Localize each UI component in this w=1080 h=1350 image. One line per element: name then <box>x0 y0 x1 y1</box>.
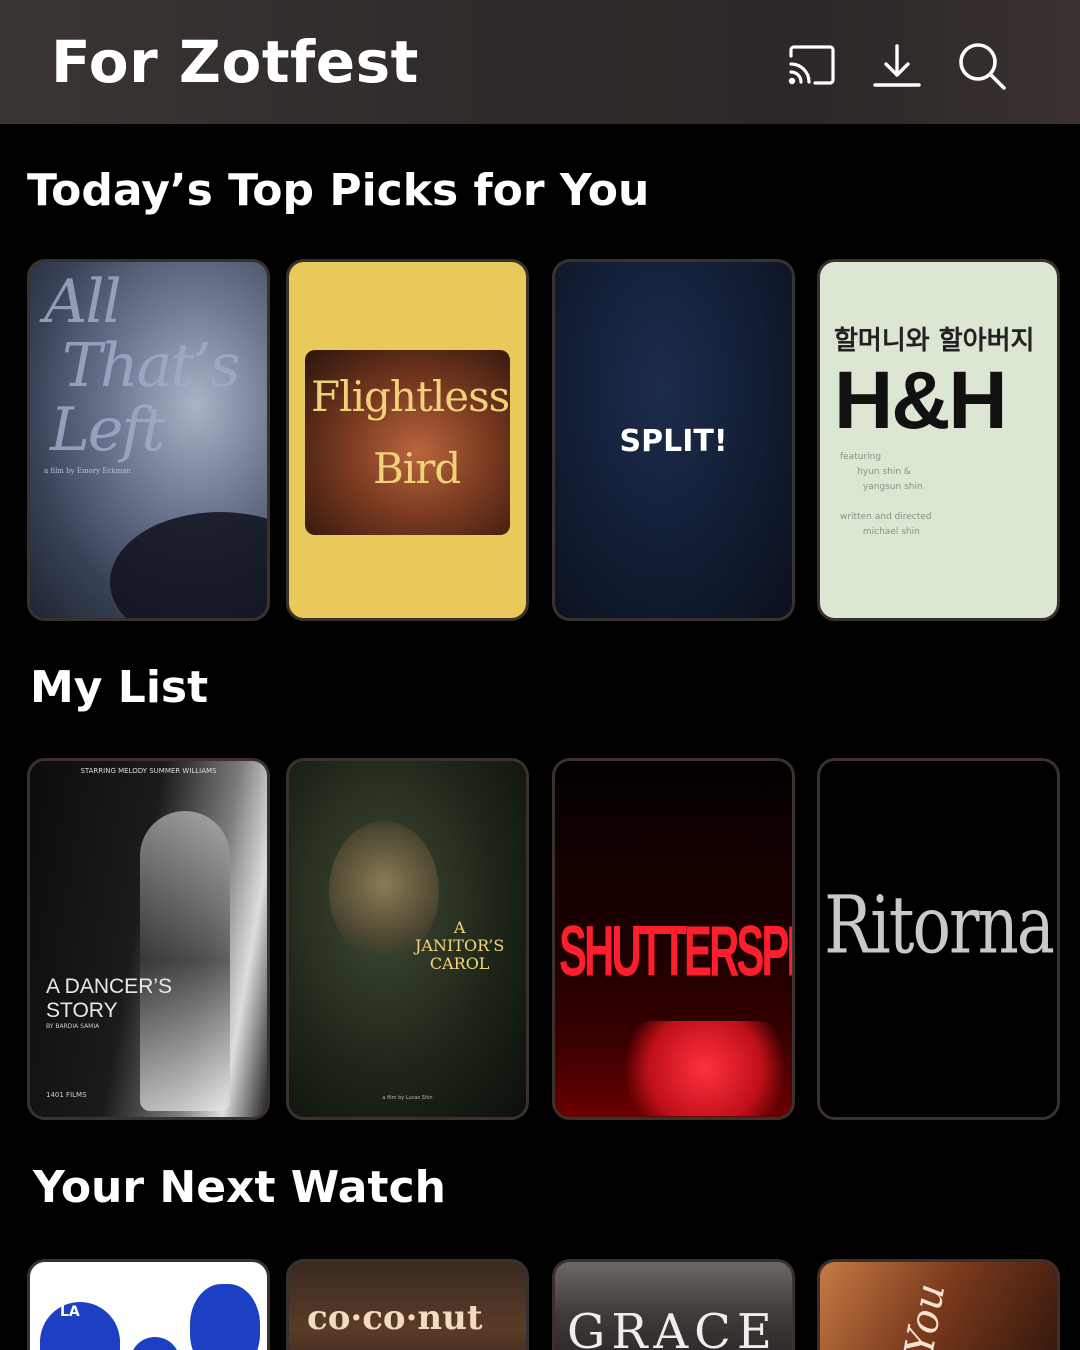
poster-title-line2: Bird <box>373 444 461 493</box>
poster-art <box>110 512 267 618</box>
poster-title: n'You <box>890 1280 955 1350</box>
poster-footer: a film by Lucas Shin <box>382 1095 433 1101</box>
poster-a-dancers-story[interactable]: STARRING MELODY SUMMER WILLIAMS A DANCER… <box>27 758 270 1120</box>
poster-grace[interactable]: GRACE <box>552 1259 795 1350</box>
poster-title-line1: Flightless <box>311 372 510 421</box>
poster-art <box>140 811 230 1111</box>
poster-shutterspeed[interactable]: SHUTTERSPEED <box>552 758 795 1120</box>
poster-studio-logo: 1401 FILMS <box>46 1091 87 1099</box>
poster-flightless-bird[interactable]: Flightless Bird <box>286 259 529 621</box>
poster-coconut[interactable]: co·co·nut <box>286 1259 529 1350</box>
poster-art <box>40 1302 120 1350</box>
poster-a-janitors-carol[interactable]: A JANITOR’S CAROL a film by Lucas Shin <box>286 758 529 1120</box>
poster-art <box>130 1337 180 1350</box>
poster-title: GRACE <box>567 1304 778 1350</box>
poster-korean-title: 할머니와 할아버지 <box>834 326 1035 356</box>
poster-title: co·co·nut <box>307 1298 483 1338</box>
poster-h-and-h[interactable]: 할머니와 할아버지 H&H featuring hyun shin & yang… <box>817 259 1060 621</box>
poster-credit: a film by Emory Eckman <box>44 467 131 475</box>
poster-by: BY BARDIA SAMIA <box>46 1023 100 1030</box>
download-icon[interactable] <box>871 40 923 92</box>
section-title-top-picks: Today’s Top Picks for You <box>27 165 650 216</box>
poster-title: A DANCER’S STORY <box>46 975 173 1022</box>
poster-title: SHUTTERSPEED <box>559 911 792 991</box>
poster-art <box>190 1284 260 1350</box>
poster-title: Ritorna <box>824 879 1055 973</box>
cap-logo: LA <box>60 1304 80 1320</box>
section-title-my-list: My List <box>30 662 209 713</box>
profile-title: For Zotfest <box>51 28 419 96</box>
poster-starring: STARRING MELODY SUMMER WILLIAMS <box>80 767 217 775</box>
poster-credits: featuring hyun shin & yangsun shin writt… <box>840 452 932 537</box>
section-title-your-next-watch: Your Next Watch <box>33 1162 446 1213</box>
search-icon[interactable] <box>956 40 1008 92</box>
poster-next-4[interactable]: n'You <box>817 1259 1060 1350</box>
poster-ritorna[interactable]: Ritorna <box>817 758 1060 1120</box>
poster-next-1[interactable]: LA <box>27 1259 270 1350</box>
poster-title: H&H <box>834 355 1008 446</box>
poster-art <box>615 1021 792 1116</box>
poster-title: All That’s Left <box>44 267 240 465</box>
app-header: For Zotfest <box>0 0 1080 124</box>
cast-icon[interactable] <box>785 40 837 92</box>
poster-split[interactable]: SPLIT! <box>552 259 795 621</box>
poster-title: A JANITOR’S CAROL <box>415 918 505 973</box>
poster-title: SPLIT! <box>619 424 728 459</box>
poster-all-thats-left[interactable]: All That’s Left a film by Emory Eckman <box>27 259 270 621</box>
